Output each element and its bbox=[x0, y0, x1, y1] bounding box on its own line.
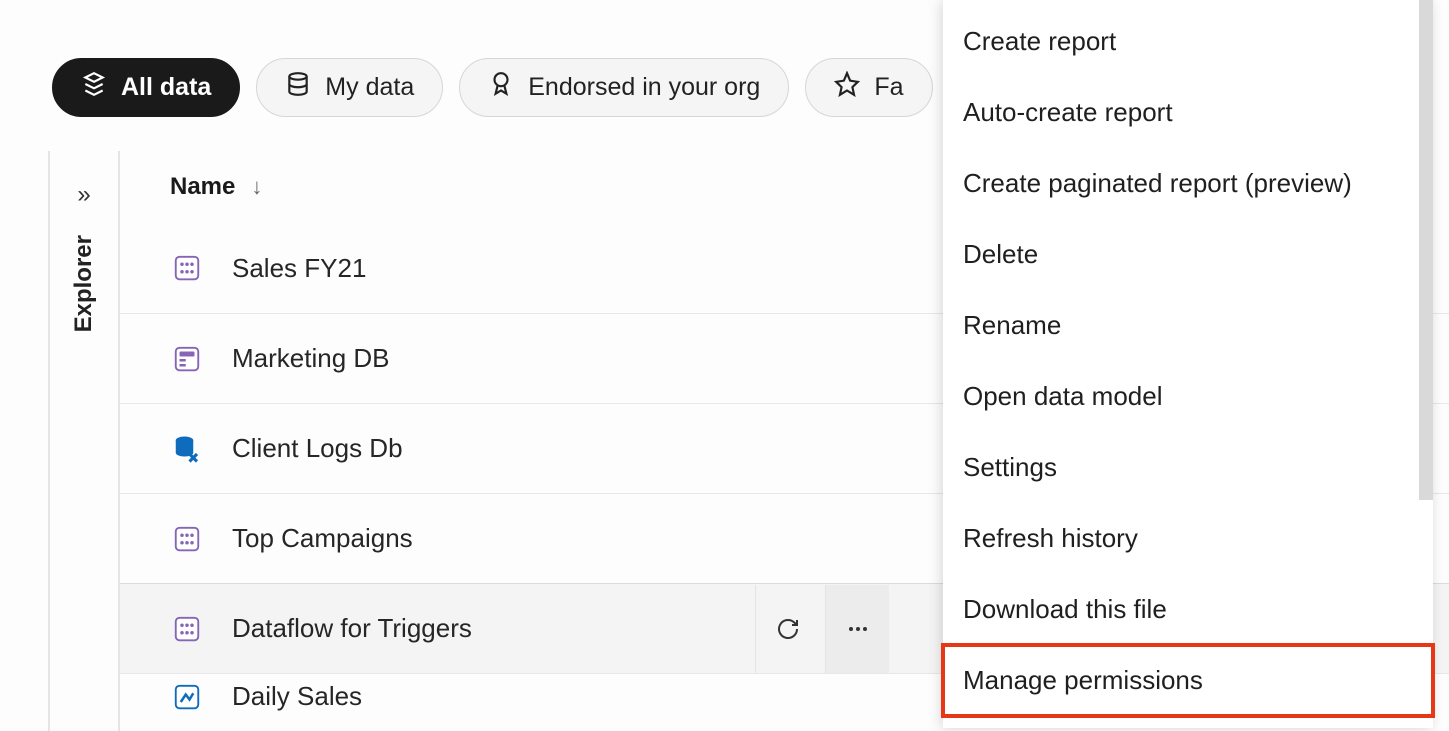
sort-descending-icon: ↓ bbox=[251, 174, 262, 200]
row-name: Client Logs Db bbox=[232, 433, 403, 464]
row-name: Top Campaigns bbox=[232, 523, 413, 554]
menu-rename[interactable]: Rename bbox=[943, 290, 1433, 361]
sql-database-icon bbox=[170, 432, 204, 466]
filter-my-data[interactable]: My data bbox=[256, 58, 443, 117]
more-options-button[interactable] bbox=[825, 585, 889, 673]
menu-open-data-model[interactable]: Open data model bbox=[943, 361, 1433, 432]
stack-icon bbox=[81, 71, 107, 104]
refresh-button[interactable] bbox=[755, 585, 819, 673]
datamart-icon bbox=[170, 342, 204, 376]
dataset-icon bbox=[170, 522, 204, 556]
row-name: Sales FY21 bbox=[232, 253, 366, 284]
filter-all-data[interactable]: All data bbox=[52, 58, 240, 117]
filter-label: Fa bbox=[874, 73, 903, 102]
database-icon bbox=[285, 71, 311, 104]
menu-auto-create-report[interactable]: Auto-create report bbox=[943, 77, 1433, 148]
scrollbar[interactable] bbox=[1419, 0, 1433, 500]
menu-create-paginated-report[interactable]: Create paginated report (preview) bbox=[943, 148, 1433, 219]
dataset-icon bbox=[170, 612, 204, 646]
filter-label: My data bbox=[325, 73, 414, 102]
dataset-icon bbox=[170, 251, 204, 285]
row-actions bbox=[755, 585, 889, 673]
explorer-label: Explorer bbox=[70, 235, 98, 332]
column-label: Name bbox=[170, 173, 235, 201]
menu-delete[interactable]: Delete bbox=[943, 219, 1433, 290]
row-name: Daily Sales bbox=[232, 681, 362, 712]
star-icon bbox=[834, 71, 860, 104]
filter-endorsed[interactable]: Endorsed in your org bbox=[459, 58, 789, 117]
expand-icon: » bbox=[77, 181, 90, 209]
menu-download-file[interactable]: Download this file bbox=[943, 574, 1433, 645]
filter-label: Endorsed in your org bbox=[528, 73, 760, 102]
menu-create-report[interactable]: Create report bbox=[943, 6, 1433, 77]
context-menu: Create report Auto-create report Create … bbox=[943, 0, 1433, 728]
filter-favorites[interactable]: Fa bbox=[805, 58, 932, 117]
row-name: Marketing DB bbox=[232, 343, 390, 374]
report-icon bbox=[170, 680, 204, 714]
filter-label: All data bbox=[121, 73, 211, 102]
row-name: Dataflow for Triggers bbox=[232, 613, 472, 644]
menu-manage-permissions[interactable]: Manage permissions bbox=[943, 645, 1433, 716]
explorer-panel-collapsed[interactable]: » Explorer bbox=[50, 151, 120, 731]
ribbon-icon bbox=[488, 71, 514, 104]
menu-refresh-history[interactable]: Refresh history bbox=[943, 503, 1433, 574]
menu-settings[interactable]: Settings bbox=[943, 432, 1433, 503]
